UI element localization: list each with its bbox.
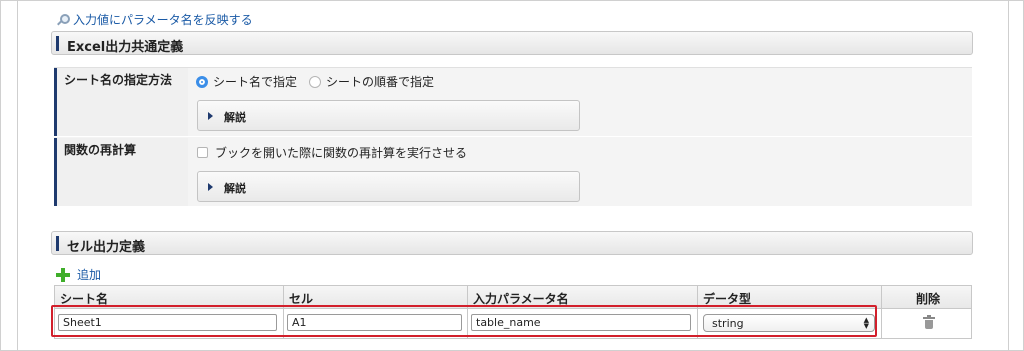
sheet-method-label: シート名の指定方法: [54, 68, 188, 136]
column-divider: [881, 286, 882, 338]
radio-sheet-order-label: シートの順番で指定: [326, 75, 435, 89]
explain-label: 解説: [224, 111, 246, 124]
magnifier-icon: [57, 13, 70, 25]
row-highlight-box: [51, 305, 877, 337]
add-row-link[interactable]: 追加: [56, 266, 101, 283]
radio-sheet-name-label: シート名で指定: [213, 75, 298, 89]
section-accent-bar: [56, 236, 59, 251]
expand-triangle-icon: [208, 112, 213, 120]
radio-sheet-name[interactable]: シート名で指定: [196, 73, 297, 90]
plus-icon: [56, 267, 70, 282]
excel-section-header: Excel出力共通定義: [51, 31, 973, 55]
recalc-checkbox[interactable]: ブックを開いた際に関数の再計算を実行させる: [197, 144, 467, 161]
expand-triangle-icon: [208, 183, 213, 191]
col-header-delete: 削除: [916, 292, 941, 306]
section-accent-bar: [56, 36, 59, 51]
recalc-label: 関数の再計算: [54, 138, 188, 206]
sheet-method-explain-button[interactable]: 解説: [197, 100, 580, 131]
radio-unselected-icon: [309, 75, 321, 88]
excel-settings-table: シート名の指定方法 関数の再計算 シート名で指定 シートの順番で指定 解説 ブッ…: [54, 67, 972, 206]
recalc-explain-button[interactable]: 解説: [197, 171, 580, 202]
reflect-parameter-link[interactable]: 入力値にパラメータ名を反映する: [57, 11, 253, 27]
cell-section-title: セル出力定義: [67, 240, 146, 255]
add-row-label: 追加: [77, 268, 102, 282]
explain-label: 解説: [224, 182, 246, 195]
checkbox-icon: [197, 147, 208, 158]
cell-section-header: セル出力定義: [51, 231, 973, 255]
row-divider: [54, 136, 972, 137]
trash-icon[interactable]: [923, 315, 935, 329]
recalc-checkbox-label: ブックを開いた際に関数の再計算を実行させる: [215, 146, 468, 160]
radio-sheet-order[interactable]: シートの順番で指定: [309, 73, 434, 90]
excel-section-title: Excel出力共通定義: [67, 40, 184, 55]
radio-selected-icon: [196, 75, 208, 88]
reflect-link-label: 入力値にパラメータ名を反映する: [73, 12, 253, 27]
